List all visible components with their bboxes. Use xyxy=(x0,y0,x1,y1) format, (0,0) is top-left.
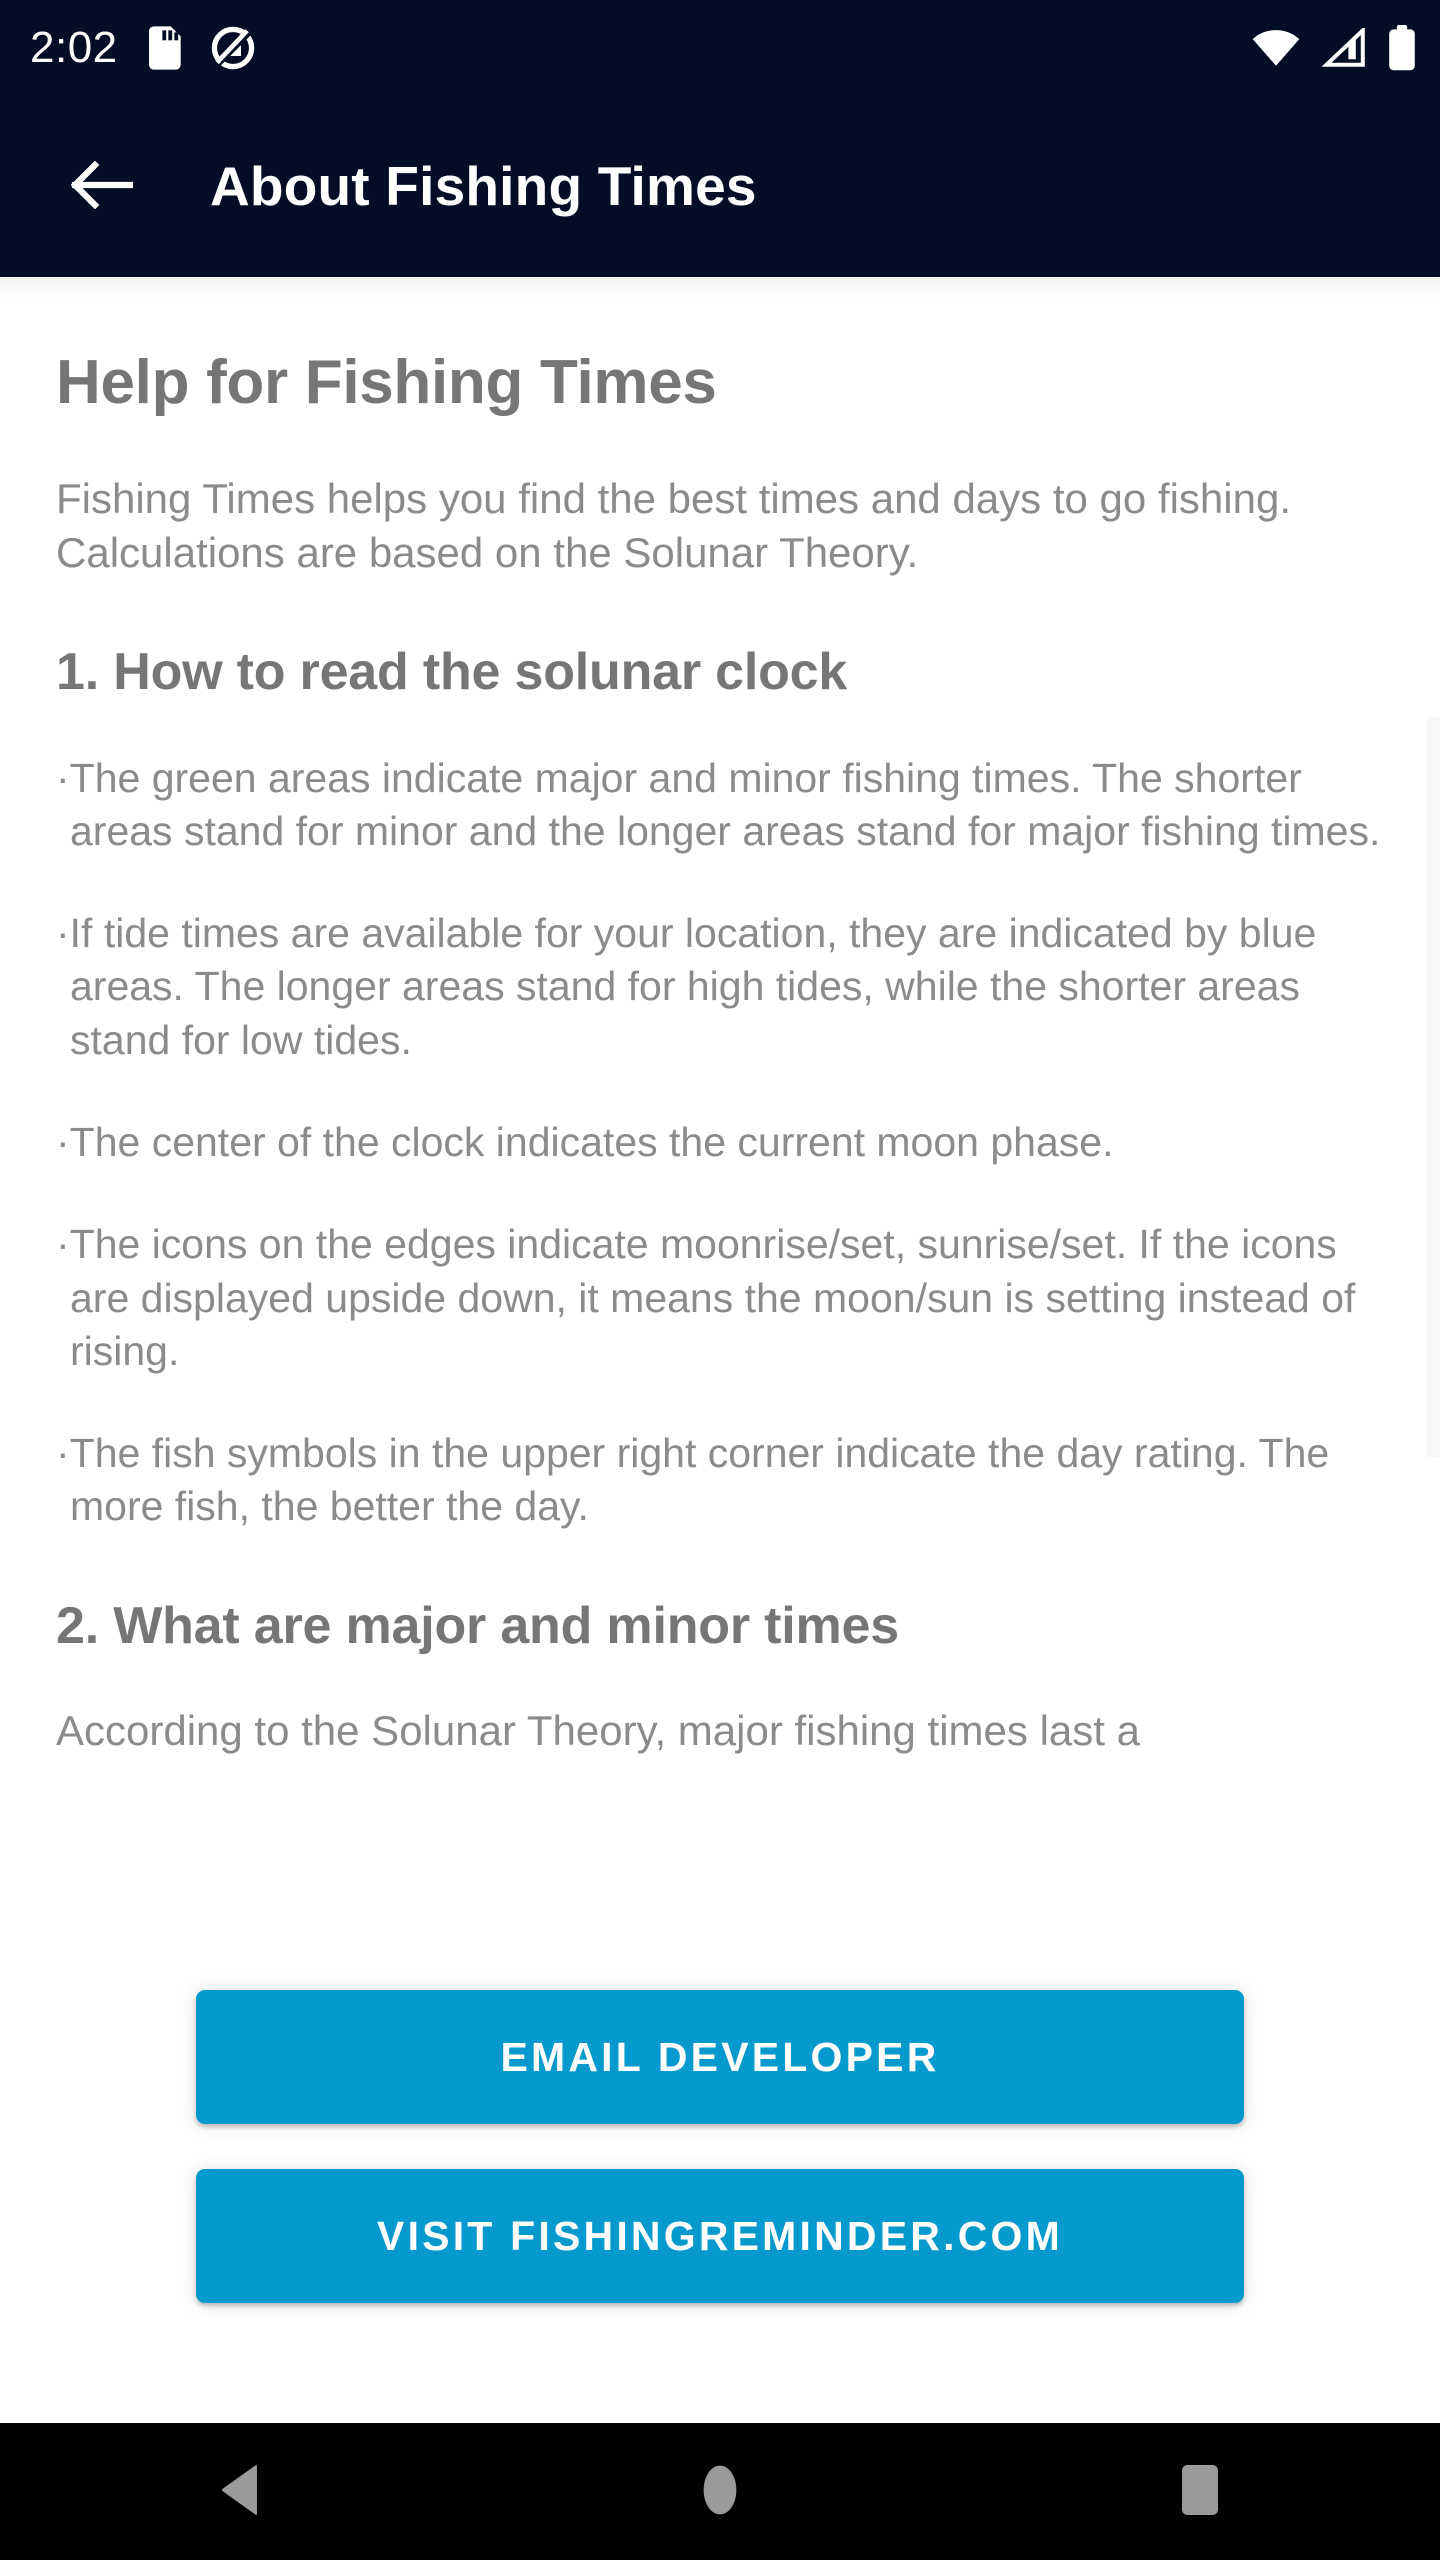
action-button-panel: EMAIL DEVELOPER VISIT FISHINGREMINDER.CO… xyxy=(0,1930,1440,2360)
bullet-dot-icon: · xyxy=(56,910,70,957)
list-item: ·The icons on the edges indicate moonris… xyxy=(56,1218,1384,1378)
nav-home-button[interactable] xyxy=(620,2423,820,2560)
battery-icon xyxy=(1388,24,1416,71)
back-arrow-icon xyxy=(70,160,135,212)
list-item-text: The fish symbols in the upper right corn… xyxy=(69,1430,1330,1530)
intro-paragraph: Fishing Times helps you find the best ti… xyxy=(56,475,1292,576)
list-item-text: If tide times are available for your loc… xyxy=(69,910,1317,1063)
bullet-dot-icon: · xyxy=(56,1118,70,1165)
status-bar: 2:02 xyxy=(0,0,1440,95)
list-item-text: The green areas indicate major and minor… xyxy=(69,754,1381,854)
email-developer-button[interactable]: EMAIL DEVELOPER xyxy=(196,1990,1244,2124)
list-item: ·The center of the clock indicates the c… xyxy=(56,1116,1384,1169)
do-not-disturb-icon xyxy=(210,25,256,71)
help-content: Help for Fishing Times Fishing Times hel… xyxy=(0,347,1440,1758)
back-button[interactable] xyxy=(56,140,148,232)
nav-home-icon xyxy=(697,2464,743,2519)
list-item: ·If tide times are available for your lo… xyxy=(56,907,1384,1067)
visit-website-button[interactable]: VISIT FISHINGREMINDER.COM xyxy=(196,2169,1244,2303)
list-item: ·The fish symbols in the upper right cor… xyxy=(56,1427,1384,1534)
section-2-paragraph: According to the Solunar Theory, major f… xyxy=(56,1706,1140,1754)
section-2-heading: 2. What are major and minor times xyxy=(56,1596,899,1655)
cellular-signal-icon xyxy=(1322,27,1366,68)
nav-recents-button[interactable] xyxy=(1100,2423,1300,2560)
bullet-dot-icon: · xyxy=(56,754,70,801)
nav-back-button[interactable] xyxy=(140,2423,340,2560)
scrollbar[interactable] xyxy=(1427,717,1440,1457)
list-item-text: The icons on the edges indicate moonrise… xyxy=(69,1221,1356,1374)
section-1-bullet-list: ·The green areas indicate major and mino… xyxy=(56,752,1384,1534)
sd-card-icon xyxy=(144,25,184,70)
status-bar-left: 2:02 xyxy=(30,25,256,71)
nav-recents-icon xyxy=(1180,2464,1220,2519)
list-item-text: The center of the clock indicates the cu… xyxy=(69,1118,1114,1165)
app-bar: About Fishing Times xyxy=(0,95,1440,277)
status-bar-right xyxy=(1252,24,1416,71)
page-title: Help for Fishing Times xyxy=(56,348,717,417)
bullet-dot-icon: · xyxy=(56,1221,70,1268)
list-item: ·The green areas indicate major and mino… xyxy=(56,752,1384,859)
content-top-shadow xyxy=(0,277,1440,299)
wifi-icon xyxy=(1252,29,1300,67)
bullet-dot-icon: · xyxy=(56,1430,70,1477)
app-bar-title: About Fishing Times xyxy=(210,155,757,217)
nav-back-icon xyxy=(216,2464,264,2519)
section-1-heading: 1. How to read the solunar clock xyxy=(56,642,848,701)
phone-screen: 2:02 About Fishing Times Help for Fishin… xyxy=(0,0,1440,2560)
status-clock: 2:02 xyxy=(30,22,118,72)
system-navigation-bar xyxy=(0,2423,1440,2560)
